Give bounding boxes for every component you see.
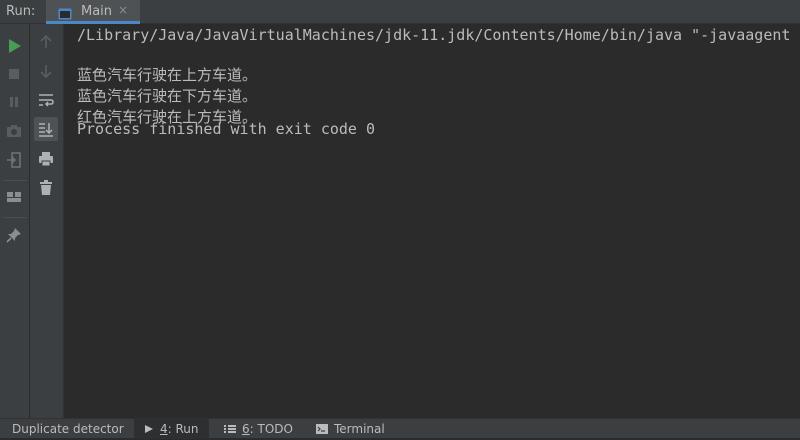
duplicate-detector-label: Duplicate detector: [12, 422, 124, 436]
tool-window-bar: Duplicate detector 4: Run 6: TODO Termin…: [0, 418, 800, 439]
console-line: /Library/Java/JavaVirtualMachines/jdk-11…: [77, 26, 791, 44]
run-tab[interactable]: 4: Run: [134, 419, 209, 439]
todo-tab[interactable]: 6: TODO: [224, 419, 293, 439]
camera-icon[interactable]: [4, 121, 24, 141]
pin-icon[interactable]: [4, 225, 24, 245]
console-line: 蓝色汽车行驶在下方车道。: [77, 87, 258, 105]
run-icon: [144, 420, 154, 440]
run-title: Run:: [6, 4, 36, 19]
console-output[interactable]: /Library/Java/JavaVirtualMachines/jdk-11…: [64, 24, 800, 418]
stop-icon[interactable]: [4, 64, 24, 84]
console-tab-icon: [58, 5, 72, 20]
console-line: Process finished with exit code 0: [77, 120, 376, 138]
layout-icon[interactable]: [4, 187, 24, 207]
login-icon[interactable]: [4, 150, 24, 170]
terminal-tab[interactable]: Terminal: [316, 419, 385, 439]
run-actions-toolbar: [0, 24, 30, 418]
duplicate-detector-tab[interactable]: Duplicate detector: [12, 419, 124, 439]
pause-icon[interactable]: [4, 92, 24, 112]
trash-icon[interactable]: [36, 178, 56, 198]
console-actions-toolbar: [30, 24, 64, 418]
scroll-to-end-icon[interactable]: [34, 117, 58, 141]
console-line: 蓝色汽车行驶在上方车道。: [77, 66, 258, 84]
down-icon[interactable]: [36, 61, 56, 81]
run-number: 4: [160, 422, 168, 436]
rerun-icon[interactable]: [4, 36, 24, 56]
up-icon[interactable]: [36, 32, 56, 52]
tab-label: Main: [81, 4, 113, 19]
tab-main[interactable]: Main ×: [46, 0, 140, 24]
terminal-icon: [316, 420, 328, 440]
run-label: : Run: [167, 422, 199, 436]
list-icon: [224, 420, 236, 440]
close-icon[interactable]: ×: [118, 3, 128, 17]
todo-label: : TODO: [249, 422, 293, 436]
terminal-label: Terminal: [334, 422, 385, 436]
soft-wrap-icon[interactable]: [36, 90, 56, 110]
todo-number: 6: [242, 422, 250, 436]
print-icon[interactable]: [36, 149, 56, 169]
run-toolwindow-header: Run: Main ×: [0, 0, 800, 24]
